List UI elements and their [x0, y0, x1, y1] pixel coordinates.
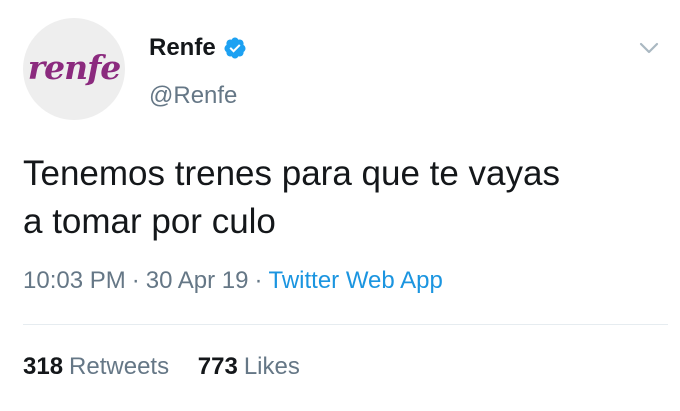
tweet-stats: 318 Retweets 773 Likes — [23, 353, 300, 381]
likes-label: Likes — [243, 353, 300, 380]
chevron-down-icon[interactable] — [637, 38, 661, 58]
display-name-row[interactable]: Renfe — [149, 34, 247, 62]
tweet-meta: 10:03 PM · 30 Apr 19 · Twitter Web App — [23, 267, 443, 295]
tweet-card: renfe Renfe @Renfe Tenemos trenes para q… — [0, 0, 680, 411]
tweet-date[interactable]: 30 Apr 19 — [146, 267, 249, 294]
handle[interactable]: @Renfe — [149, 82, 237, 110]
retweets-count: 318 — [23, 353, 64, 380]
tweet-text-line: a tomar por culo — [23, 202, 276, 241]
retweets-label: Retweets — [69, 353, 170, 380]
tweet-text-line: Tenemos trenes para que te vayas — [23, 154, 560, 193]
renfe-logo: renfe — [27, 47, 122, 87]
tweet-time[interactable]: 10:03 PM — [23, 267, 126, 294]
likes-count: 773 — [197, 353, 238, 380]
divider — [23, 324, 668, 325]
retweets-stat[interactable]: 318 Retweets — [23, 353, 169, 381]
tweet-text: Tenemos trenes para que te vayas a tomar… — [23, 150, 668, 246]
display-name[interactable]: Renfe — [149, 34, 216, 62]
meta-separator: · — [131, 267, 140, 294]
avatar[interactable]: renfe — [23, 18, 125, 120]
meta-separator: · — [254, 267, 263, 294]
tweet-source-link[interactable]: Twitter Web App — [268, 267, 442, 294]
likes-stat[interactable]: 773 Likes — [198, 353, 300, 381]
verified-badge-icon — [224, 37, 246, 59]
